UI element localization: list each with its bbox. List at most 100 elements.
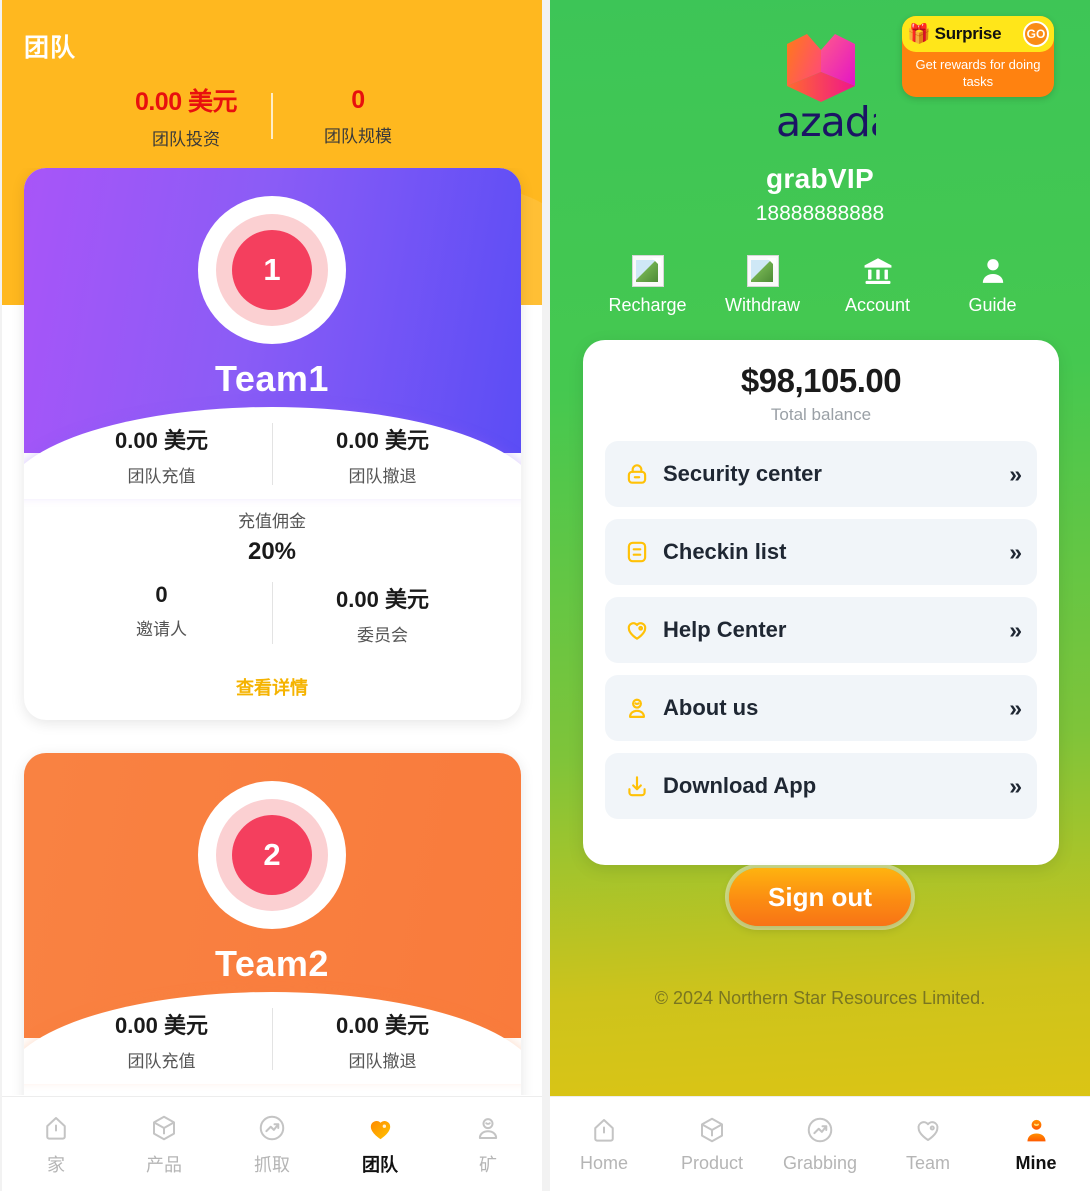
nav-label: Grabbing [782,1153,858,1173]
nav-item-product[interactable]: Product [658,1097,766,1191]
total-balance-value: $98,105.00 [740,362,902,399]
logo-wordmark: azada [776,98,876,146]
chevron-right-icon: » [1009,616,1022,643]
team-recharge-value: 0.00 美元 [115,1013,208,1038]
team-card-list[interactable]: 1 Team1 0.00 美元 团队充值 0.00 美元 团队撤退 充值佣金 2… [2,168,542,1095]
broken-image-icon [717,250,809,292]
team-page-body: 团队 0.00 美元 团队投资 0 团队规模 1 Team1 0.00 美元 团… [2,0,542,1191]
app-screen: 团队 0.00 美元 团队投资 0 团队规模 1 Team1 0.00 美元 团… [0,0,1090,1191]
team-level-badge-inner: 1 [216,214,328,326]
download-icon [623,773,650,800]
team-investment-label: 团队投资 [152,130,220,149]
team-commission-label: 充值佣金 [238,512,306,531]
nav-item-mine[interactable]: Mine [982,1097,1090,1191]
nav-item-product[interactable]: 产品 [110,1097,218,1191]
person-icon [623,695,650,722]
heart-tag-icon [364,1112,396,1144]
nav-item-grabbing[interactable]: 抓取 [218,1097,326,1191]
bank-icon [832,250,924,292]
bottom-navigation[interactable]: Home Product Grabbing Team Mine [550,1096,1090,1191]
trend-circle-icon [804,1114,836,1146]
nav-label: 家 [47,1154,65,1175]
team-commission-value: 20% [247,538,297,565]
menu-item-checkin-list[interactable]: Checkin list » [605,519,1037,585]
copyright-text: © 2024 Northern Star Resources Limited. [654,988,986,1008]
menu-item-help-center[interactable]: Help Center » [605,597,1037,663]
team-commission-label: 充值佣金 [24,1092,521,1095]
lazada-heart-icon [781,28,861,106]
mine-page-body: azada 🎁 Surprise GO Get rewards for doin… [550,0,1090,1191]
nav-item-home[interactable]: 家 [2,1097,110,1191]
cube-icon [696,1114,728,1146]
team-withdraw-value: 0.00 美元 [336,1013,429,1038]
username: grabVIP [766,163,874,194]
nav-label: 抓取 [254,1154,290,1175]
nav-item-grabbing[interactable]: Grabbing [766,1097,874,1191]
team-card[interactable]: 1 Team1 0.00 美元 团队充值 0.00 美元 团队撤退 充值佣金 2… [23,168,521,720]
nav-item-team[interactable]: 团队 [326,1097,434,1191]
team-investment-stat: 0.00 美元 团队投资 [101,82,271,150]
surprise-banner[interactable]: 🎁 Surprise GO Get rewards for doing task… [902,16,1054,98]
mine-page-panel: azada 🎁 Surprise GO Get rewards for doin… [550,0,1090,1191]
team-recharge-stat: 0.00 美元 团队充值 [52,417,272,499]
person-icon [472,1112,504,1144]
heart-tag-icon [912,1114,944,1146]
team-invite-value: 0 [155,582,168,607]
chevron-right-icon: » [1009,460,1022,487]
team-invite-committee-row: 0 邀请人 0.00 美元 委员会 [24,576,521,658]
team-size-value: 0 [351,85,365,114]
nav-item-team[interactable]: Team [874,1097,982,1191]
team-name: Team1 [215,358,329,399]
quick-action-label: Account [844,295,911,315]
menu-item-label: Help Center [663,617,787,642]
nav-label: Team [905,1153,950,1173]
total-balance-label: Total balance [770,405,872,424]
sign-out-button[interactable]: Sign out [729,868,911,926]
team-recharge-label: 团队充值 [127,1052,196,1071]
home-icon [40,1112,72,1144]
quick-action-label: Withdraw [724,295,800,315]
view-details-link[interactable]: 查看详情 [24,658,521,720]
home-icon [588,1114,620,1146]
document-icon [623,539,650,566]
chevron-right-icon: » [1009,538,1022,565]
team-recharge-label: 团队充值 [127,467,196,486]
menu-item-download-app[interactable]: Download App » [605,753,1037,819]
person-icon [947,250,1039,292]
team-withdraw-label: 团队撤退 [348,467,417,486]
quick-action-label: Guide [968,295,1017,315]
menu-item-security-center[interactable]: Security center » [605,441,1037,507]
surprise-go-button[interactable]: GO [1023,21,1049,47]
quick-action-account[interactable]: Account [832,250,924,316]
team-committee-label: 委员会 [357,626,408,645]
quick-action-withdraw[interactable]: Withdraw [717,250,809,316]
team-invite-stat: 0 邀请人 [52,576,272,658]
bottom-navigation[interactable]: 家 产品 抓取 团队 矿 [2,1096,542,1191]
logo-wrapper: azada [766,28,876,146]
quick-action-guide[interactable]: Guide [947,250,1039,316]
surprise-title: Surprise [934,24,1002,43]
person-icon [1020,1114,1052,1146]
team-card-banner: 1 Team1 [23,168,521,499]
team-size-stat: 0 团队规模 [273,86,443,147]
team-withdraw-stat: 0.00 美元 团队撤退 [273,417,493,499]
gift-icon: 🎁 [907,23,931,45]
team-committee-stat: 0.00 美元 委员会 [273,576,493,658]
nav-item-mine[interactable]: 矿 [434,1097,542,1191]
team-size-label: 团队规模 [324,126,392,146]
team-level-badge: 2 [198,781,346,929]
quick-action-label: Recharge [608,295,687,315]
team-withdraw-stat: 0.00 美元 团队撤退 [273,1002,493,1084]
team-card-banner: 2 Team2 [23,753,521,1084]
quick-action-recharge[interactable]: Recharge [602,250,694,316]
nav-label: Product [680,1153,744,1173]
nav-item-home[interactable]: Home [550,1097,658,1191]
phone-number: 18888888888 [755,202,885,225]
nav-label: Home [579,1153,628,1173]
team-invite-label: 邀请人 [136,620,187,639]
lock-icon [623,461,650,488]
menu-item-about-us[interactable]: About us » [605,675,1037,741]
team-level-badge-inner: 2 [216,799,328,911]
team-card[interactable]: 2 Team2 0.00 美元 团队充值 0.00 美元 团队撤退 [23,753,521,1095]
menu-item-label: Security center [663,461,822,486]
